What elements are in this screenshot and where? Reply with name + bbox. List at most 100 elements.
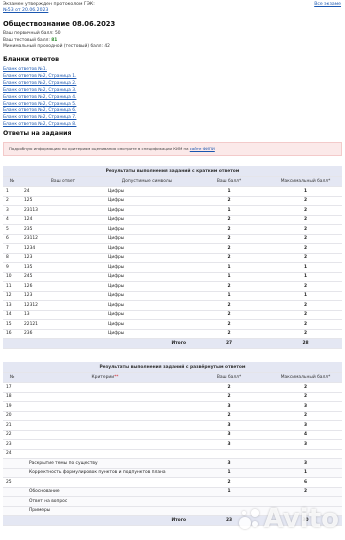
form-link[interactable]: Бланк ответов №2, Страница 5. [3,102,76,107]
task-number: 14 [3,310,21,320]
col-score: Ваш балл* [189,176,269,187]
criteria-footnote-mark: ** [114,375,119,380]
table-row: 13 12312 Цифры 2 2 [3,300,343,311]
fipi-link[interactable]: сайте ФИПИ [190,146,215,151]
task-number: 10 [3,272,21,282]
task-number: 22 [3,430,21,440]
table-row: 3 23113 Цифры 1 2 [3,205,343,216]
max-score: 2 [269,392,342,402]
max-score: 2 [269,329,343,339]
your-score: 2 [189,224,269,235]
your-score: 2 [189,477,269,488]
form-link[interactable]: Бланк ответов №2, Страница 7. [3,115,76,120]
your-score: 3 [189,420,269,431]
your-score: 2 [189,382,269,393]
table-row: 5 235 Цифры 2 2 [3,224,343,235]
criterion [21,449,189,459]
form-link[interactable]: Бланк ответов №2, Страница 6. [3,108,76,113]
table-row: 21 3 3 [3,420,342,431]
your-answer: 23112 [21,234,105,244]
max-score: 2 [269,196,343,206]
task-number: 21 [3,420,21,431]
allowed-symbols: Цифры [105,253,189,263]
max-score: 1 [269,291,343,301]
your-score: 2 [189,310,269,320]
primary-label: Ваш первичный балл: [3,31,54,36]
max-score: 6 [269,477,342,488]
table-row: 23 3 3 [3,439,342,450]
table-row: 24 [3,449,342,459]
task-number: 20 [3,411,21,421]
your-score: 3 [189,401,269,412]
task-number: 23 [3,439,21,450]
form-link[interactable]: Бланк ответов №2, Страница 4. [3,95,76,100]
table-row: 17 2 2 [3,382,342,393]
allowed-symbols: Цифры [105,262,189,273]
table-row: 8 123 Цифры 2 2 [3,253,343,263]
your-answer: 24 [21,186,105,197]
table-row: 9 135 Цифры 1 1 [3,262,343,273]
your-answer: 22121 [21,319,105,330]
col-symbols: Допустимые символы [105,176,189,187]
task-number: 4 [3,215,21,225]
all-exams-link[interactable]: Все экзаме [314,2,341,7]
avito-logo-icon [238,508,261,531]
task-number: 9 [3,262,21,273]
task-number: 6 [3,234,21,244]
your-answer: 1234 [21,243,105,254]
long-table-title: Результаты выполнения заданий с развёрну… [3,362,342,373]
task-number: 7 [3,243,21,254]
table-row: 14 13 Цифры 2 2 [3,310,343,320]
your-answer: 124 [21,215,105,225]
table-row: 11 126 Цифры 2 2 [3,281,343,292]
criterion [21,392,189,402]
task-number: 8 [3,253,21,263]
allowed-symbols: Цифры [105,234,189,244]
form-link[interactable]: Бланк ответов №2, Страница 2. [3,81,76,86]
max-score: 2 [269,215,343,225]
form-link[interactable]: Бланк ответов №2, Страница 8. [3,122,76,127]
task-number: 16 [3,329,21,339]
long-total-label: Итого [21,515,189,526]
your-score: 1 [189,186,269,197]
task-number: 17 [3,382,21,393]
protocol-link[interactable]: №53 от 20.06.2023 [3,8,48,13]
your-score: 3 [189,430,269,440]
table-row: 6 23112 Цифры 2 2 [3,234,343,244]
table-row: 12 123 Цифры 1 1 [3,291,343,301]
allowed-symbols: Цифры [105,196,189,206]
allowed-symbols: Цифры [105,281,189,292]
table-row: 1 24 Цифры 1 1 [3,186,343,197]
criterion: Ответ на вопрос [21,496,189,507]
test-label: Ваш тестовый балл: [3,37,50,43]
short-total-label: Итого [105,338,189,349]
criterion [21,439,189,450]
form-link[interactable]: Бланк ответов №2, Страница 3. [3,88,76,93]
your-score: 3 [189,439,269,450]
info-banner: Подробную информацию по критериям оценив… [3,142,342,156]
max-score: 3 [269,458,342,469]
your-score [189,449,269,459]
max-score: 1 [269,468,342,478]
primary-value: 50 [55,31,61,36]
allowed-symbols: Цифры [105,329,189,339]
max-score: 3 [269,401,342,412]
max-score: 2 [269,487,342,497]
task-number: 25 [3,477,21,488]
allowed-symbols: Цифры [105,300,189,311]
col-max: Максимальный балл* [269,372,342,383]
task-number: 24 [3,449,21,459]
your-answer: 23113 [21,205,105,216]
form-link[interactable]: Бланк ответов №2, Страница 1. [3,74,76,79]
max-score: 1 [269,186,343,197]
criterion: Примеры [21,506,189,516]
your-score: 2 [189,243,269,254]
your-score: 2 [189,300,269,311]
table-row: 22 3 4 [3,430,342,440]
max-score: 2 [269,253,343,263]
form-link[interactable]: Бланк ответов №1. [3,67,47,72]
your-score: 2 [189,215,269,225]
min-label: Минимальный проходной (тестовый) балл: [3,44,103,49]
task-number: 11 [3,281,21,292]
allowed-symbols: Цифры [105,310,189,320]
